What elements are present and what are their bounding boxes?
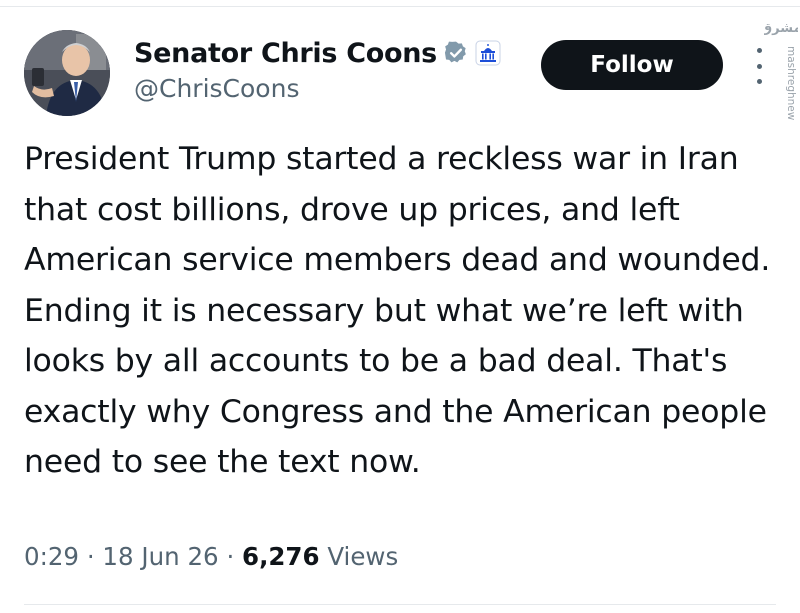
tweet-text: President Trump started a reckless war i… — [24, 141, 771, 480]
tweet-card: Senator Chris Coons @ChrisCoons Follow ش… — [0, 0, 800, 613]
meta-separator: · — [86, 542, 95, 571]
svg-text:مشرق: مشرق — [764, 21, 798, 36]
avatar-photo — [24, 30, 110, 116]
tweet-header: Senator Chris Coons @ChrisCoons — [134, 34, 501, 103]
author-handle[interactable]: @ChrisCoons — [134, 74, 501, 103]
name-row: Senator Chris Coons — [134, 34, 501, 72]
tweet-date[interactable]: 18 Jun 26 — [102, 542, 218, 571]
avatar[interactable] — [24, 30, 110, 116]
verified-badge-icon — [443, 40, 469, 66]
watermark-logo: مشرق mashreghnews.ir — [761, 10, 800, 137]
views-label: Views — [327, 542, 399, 571]
author-display-name[interactable]: Senator Chris Coons — [134, 38, 437, 69]
views-count: 6,276 — [242, 542, 320, 571]
divider — [24, 604, 776, 605]
meta-separator: · — [226, 542, 235, 571]
tweet-meta: 0:29 · 18 Jun 26 · 6,276 Views — [24, 542, 398, 571]
svg-text:mashreghnews.ir: mashreghnews.ir — [785, 46, 797, 120]
follow-button[interactable]: Follow — [541, 40, 723, 90]
government-affiliation-icon — [475, 40, 501, 66]
tweet-time[interactable]: 0:29 — [24, 542, 79, 571]
divider — [0, 6, 800, 7]
